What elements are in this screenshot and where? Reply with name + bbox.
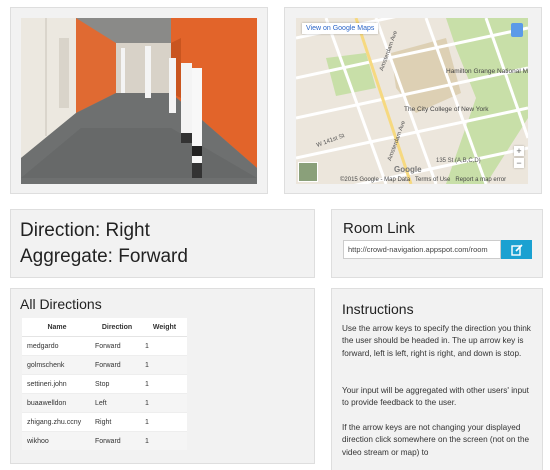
weight-cell: 1 bbox=[142, 393, 187, 413]
street-view-thumbnail[interactable] bbox=[298, 162, 318, 182]
weight-cell: 1 bbox=[142, 374, 187, 394]
map-canvas bbox=[296, 18, 528, 184]
weight-cell: 1 bbox=[142, 355, 187, 375]
view-on-google-maps-link[interactable]: View on Google Maps bbox=[302, 23, 379, 34]
map-panel: View on Google Maps Hamilton Grange Nati… bbox=[284, 7, 542, 194]
user-name-cell: golmschenk bbox=[22, 355, 92, 375]
hallway-video-frame bbox=[21, 18, 257, 184]
user-name-cell: buaawelldon bbox=[22, 393, 92, 413]
weight-cell: 1 bbox=[142, 431, 187, 450]
instructions-paragraph: If the arrow keys are not changing your … bbox=[342, 423, 530, 457]
video-stream[interactable] bbox=[21, 18, 257, 184]
table-row: medgardo Forward 1 bbox=[22, 336, 187, 356]
map-copyright: ©2015 Google - Map Data bbox=[340, 177, 411, 183]
table-row: settineri.john Stop 1 bbox=[22, 374, 187, 394]
station-label: 135 St (A,B,C,D) bbox=[436, 158, 481, 164]
report-map-error-link[interactable]: Report a map error bbox=[455, 177, 506, 183]
direction-panel: Direction: Right Aggregate: Forward bbox=[10, 209, 315, 278]
google-map[interactable]: View on Google Maps Hamilton Grange Nati… bbox=[296, 18, 528, 184]
direction-cell: Left bbox=[92, 393, 142, 413]
user-name-cell: wikhoo bbox=[22, 431, 92, 450]
pegman-icon[interactable] bbox=[511, 23, 523, 37]
instructions-panel: Instructions Use the arrow keys to speci… bbox=[331, 288, 543, 470]
table-row: wikhoo Forward 1 bbox=[22, 431, 187, 450]
open-room-button[interactable] bbox=[501, 240, 532, 259]
user-name-cell: settineri.john bbox=[22, 374, 92, 394]
all-directions-panel: All Directions Name Direction Weight med… bbox=[10, 288, 315, 464]
column-header: Name bbox=[22, 318, 92, 337]
column-header: Direction bbox=[92, 318, 142, 337]
room-link-title: Room Link bbox=[343, 220, 415, 237]
weight-cell: 1 bbox=[142, 336, 187, 356]
map-footer: ©2015 Google - Map Data Terms of Use Rep… bbox=[340, 177, 506, 183]
direction-cell: Forward bbox=[92, 355, 142, 375]
direction-cell: Right bbox=[92, 412, 142, 432]
table-row: buaawelldon Left 1 bbox=[22, 393, 187, 413]
room-link-panel: Room Link http://crowd-navigation.appspo… bbox=[331, 209, 543, 278]
aggregate-direction: Aggregate: Forward bbox=[20, 246, 188, 267]
user-name-cell: zhigang.zhu.ccny bbox=[22, 412, 92, 432]
zoom-in-button[interactable]: + bbox=[514, 146, 524, 156]
direction-cell: Forward bbox=[92, 431, 142, 450]
google-logo: Google bbox=[394, 165, 422, 174]
direction-cell: Forward bbox=[92, 336, 142, 356]
memorial-label: Hamilton Grange National Memorial bbox=[446, 68, 528, 75]
table-row: zhigang.zhu.ccny Right 1 bbox=[22, 412, 187, 432]
table-header-row: Name Direction Weight bbox=[22, 318, 187, 337]
all-directions-title: All Directions bbox=[20, 296, 102, 312]
column-header: Weight bbox=[142, 318, 187, 337]
weight-cell: 1 bbox=[142, 412, 187, 432]
instructions-paragraph: Use the arrow keys to specify the direct… bbox=[342, 324, 531, 358]
edit-icon bbox=[510, 243, 523, 256]
table-row: golmschenk Forward 1 bbox=[22, 355, 187, 375]
instructions-title: Instructions bbox=[342, 301, 414, 317]
video-panel bbox=[10, 7, 268, 194]
zoom-out-button[interactable]: − bbox=[514, 158, 524, 168]
room-link-input[interactable]: http://crowd-navigation.appspot.com/room bbox=[343, 240, 501, 259]
direction-cell: Stop bbox=[92, 374, 142, 394]
college-label: The City College of New York bbox=[404, 106, 489, 113]
terms-of-use-link[interactable]: Terms of Use bbox=[415, 177, 450, 183]
directions-table: Name Direction Weight medgardo Forward 1… bbox=[22, 318, 187, 450]
user-name-cell: medgardo bbox=[22, 336, 92, 356]
current-direction: Direction: Right bbox=[20, 220, 150, 241]
instructions-paragraph: Your input will be aggregated with other… bbox=[342, 386, 529, 408]
